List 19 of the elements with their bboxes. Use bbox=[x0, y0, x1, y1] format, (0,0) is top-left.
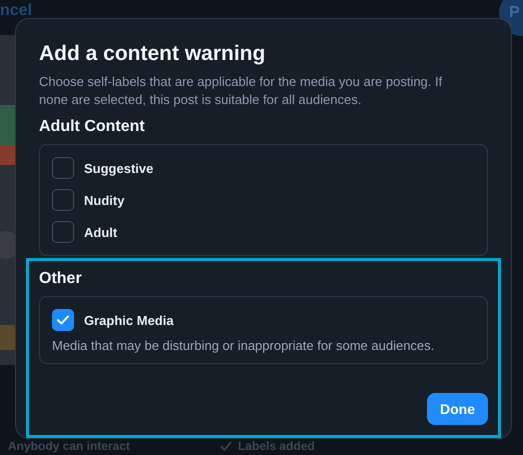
checkbox[interactable] bbox=[52, 157, 74, 179]
option-description: Media that may be disturbing or inappropriate for some audiences. bbox=[52, 338, 436, 353]
option-label: Suggestive bbox=[84, 160, 154, 176]
checkbox[interactable] bbox=[52, 189, 74, 211]
checkbox[interactable] bbox=[52, 309, 74, 331]
section-heading: Other bbox=[39, 269, 83, 289]
option-label: Graphic Media bbox=[84, 312, 174, 328]
done-button[interactable]: Done bbox=[427, 393, 488, 425]
interaction-setting: Anybody can interact bbox=[8, 439, 130, 453]
checkmark-icon bbox=[57, 315, 69, 325]
labels-status: Labels added bbox=[238, 439, 315, 453]
dialog-description: Choose self-labels that are applicable for the media you are posting. If none are selected, this post is suitable for all audiences. bbox=[39, 73, 444, 109]
cancel-link[interactable]: ncel bbox=[0, 2, 32, 20]
checkmark-icon bbox=[220, 441, 232, 451]
checkbox[interactable] bbox=[52, 221, 74, 243]
option-label: Nudity bbox=[84, 192, 124, 208]
section-heading: Adult Content bbox=[39, 117, 146, 137]
option-label: Adult bbox=[84, 224, 118, 240]
dialog-title: Add a content warning bbox=[39, 41, 266, 67]
